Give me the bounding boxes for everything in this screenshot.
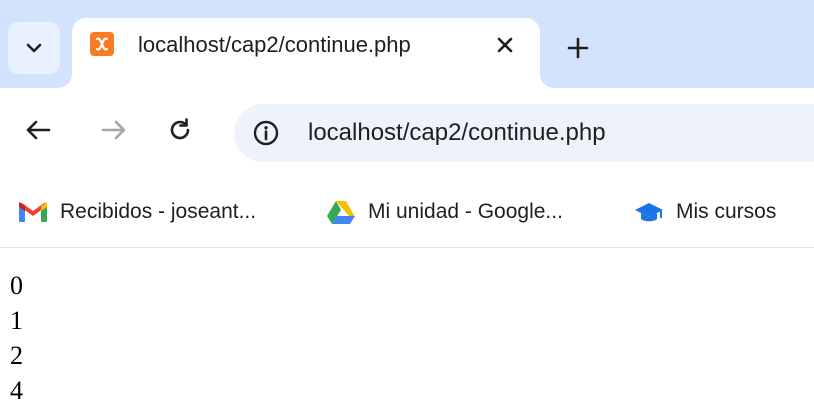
google-drive-icon [326,199,356,225]
output-line: 1 [10,306,23,335]
forward-button[interactable] [94,110,134,150]
address-bar[interactable]: localhost/cap2/continue.php [234,104,814,162]
bookmark-gmail[interactable]: Recibidos - joseant... [18,194,256,230]
bookmark-label: Recibidos - joseant... [60,200,257,223]
close-icon [497,37,513,53]
toolbar: localhost/cap2/continue.php [0,88,814,180]
tab-strip: localhost/cap2/continue.php [0,0,814,88]
bookmarks-bar: Recibidos - joseant... Mi unidad - Googl… [0,180,814,248]
site-info-icon [253,120,279,146]
output-line: 2 [10,341,23,370]
arrow-left-icon [26,120,51,140]
new-tab-button[interactable] [560,30,596,66]
tab-title: localhost/cap2/continue.php [138,32,411,57]
reload-button[interactable] [160,110,200,150]
gmail-icon [18,199,48,225]
bookmark-label: Mi unidad - Google... [368,200,563,223]
reload-icon [170,118,190,140]
page-content: 0 1 2 4 [0,250,814,405]
site-info-button[interactable] [250,117,282,149]
bookmark-google-drive[interactable]: Mi unidad - Google... [326,194,563,230]
plus-icon [567,37,589,59]
url-text[interactable]: localhost/cap2/continue.php [308,119,606,147]
chevron-down-icon [26,43,42,53]
output-line: 4 [10,376,23,405]
output-line: 0 [10,271,23,300]
arrow-right-icon [101,120,126,140]
tab-search-button[interactable] [8,22,60,74]
back-button[interactable] [18,110,58,150]
tab-active[interactable]: localhost/cap2/continue.php [72,18,540,88]
bookmark-mis-cursos[interactable]: Mis cursos [634,194,776,230]
bookmark-label: Mis cursos [676,200,777,223]
xampp-icon [90,32,114,56]
graduation-cap-icon [634,199,664,225]
tab-close-button[interactable] [490,30,520,60]
